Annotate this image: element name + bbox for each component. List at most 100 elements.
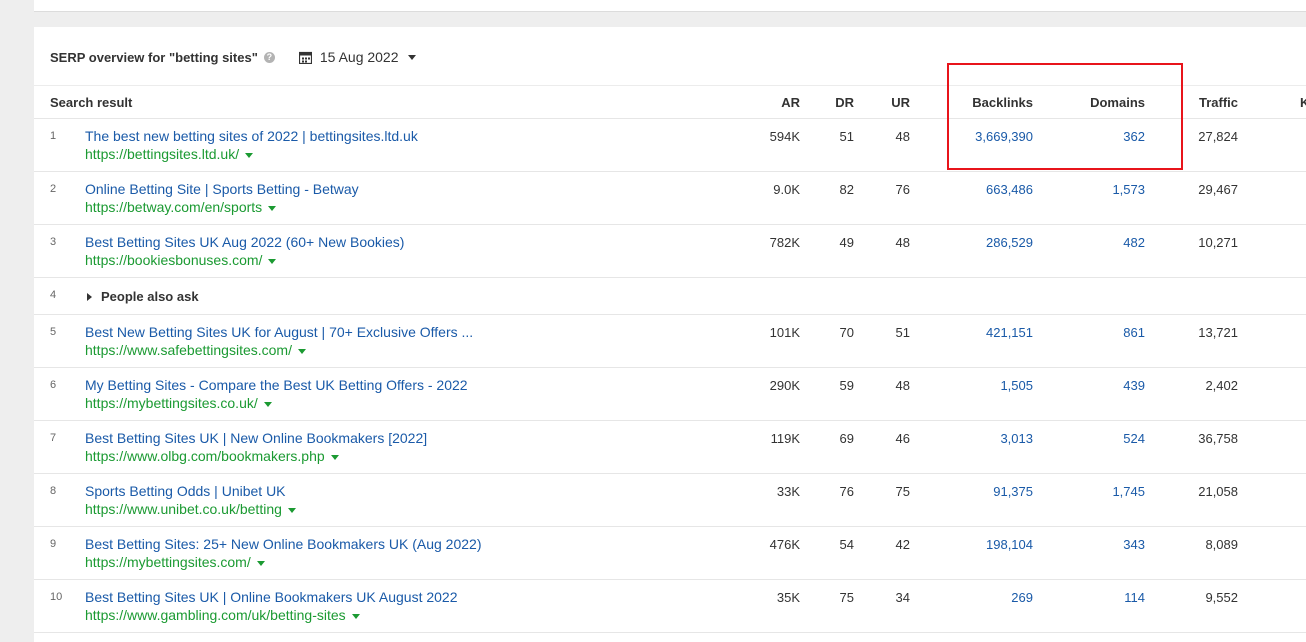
result-url-text[interactable]: https://mybettingsites.co.uk/ — [85, 395, 258, 411]
col-keywords[interactable]: K — [1300, 95, 1306, 110]
traffic-value: 10,271 — [1198, 235, 1238, 250]
result-title-link[interactable]: The best new betting sites of 2022 | bet… — [85, 128, 418, 144]
ar-value: 9.0K — [773, 182, 800, 197]
result-title-link[interactable]: Best New Betting Sites UK for August | 7… — [85, 324, 473, 340]
result-title-link[interactable]: My Betting Sites - Compare the Best UK B… — [85, 377, 468, 393]
result-url[interactable]: https://www.safebettingsites.com/ — [85, 342, 306, 358]
ar-value: 35K — [776, 590, 800, 605]
result-title-link[interactable]: Best Betting Sites UK | New Online Bookm… — [85, 430, 427, 446]
row-rank: 8 — [50, 485, 57, 497]
table-row: 1 The best new betting sites of 2022 | b… — [34, 119, 1306, 172]
traffic-value: 21,058 — [1198, 484, 1238, 499]
caret-down-icon[interactable] — [297, 348, 306, 354]
backlinks-link[interactable]: 1,505 — [953, 378, 1033, 393]
col-ar[interactable]: AR — [750, 95, 800, 110]
result-title-link[interactable]: Best Betting Sites: 25+ New Online Bookm… — [85, 536, 481, 552]
result-url-text[interactable]: https://bookiesbonuses.com/ — [85, 252, 262, 268]
result-url[interactable]: https://betway.com/en/sports — [85, 199, 277, 215]
domains-link[interactable]: 861 — [1065, 325, 1145, 340]
date-picker[interactable]: 15 Aug 2022 — [298, 49, 416, 65]
result-url[interactable]: https://bettingsites.ltd.uk/ — [85, 146, 254, 162]
ur-value: 48 — [895, 378, 910, 393]
result-title-link[interactable]: Sports Betting Odds | Unibet UK — [85, 483, 286, 499]
row-rank: 9 — [50, 538, 57, 550]
backlinks-link[interactable]: 3,669,390 — [953, 129, 1033, 144]
result-url[interactable]: https://mybettingsites.com/ — [85, 554, 265, 570]
ar-value: 290K — [769, 378, 800, 393]
domains-link[interactable]: 1,573 — [1065, 182, 1145, 197]
table-row: 5 Best New Betting Sites UK for August |… — [34, 315, 1306, 368]
domains-link[interactable]: 482 — [1065, 235, 1145, 250]
row-rank: 6 — [50, 379, 57, 391]
result-url-text[interactable]: https://www.unibet.co.uk/betting — [85, 501, 282, 517]
result-url-text[interactable]: https://bettingsites.ltd.uk/ — [85, 146, 239, 162]
table-row: 7 Best Betting Sites UK | New Online Boo… — [34, 421, 1306, 474]
help-icon[interactable]: ? — [263, 51, 275, 63]
backlinks-link[interactable]: 198,104 — [953, 537, 1033, 552]
result-url-text[interactable]: https://www.safebettingsites.com/ — [85, 342, 292, 358]
ar-value: 101K — [769, 325, 800, 340]
col-ur[interactable]: UR — [880, 95, 910, 110]
expand-triangle-icon[interactable] — [87, 293, 92, 301]
col-domains[interactable]: Domains — [1065, 95, 1145, 110]
row-rank: 5 — [50, 326, 57, 338]
caret-down-icon[interactable] — [287, 507, 296, 513]
backlinks-link[interactable]: 663,486 — [953, 182, 1033, 197]
caret-down-icon[interactable] — [351, 613, 360, 619]
result-url-text[interactable]: https://www.gambling.com/uk/betting-site… — [85, 607, 346, 623]
result-url[interactable]: https://www.olbg.com/bookmakers.php — [85, 448, 339, 464]
domains-link[interactable]: 114 — [1065, 590, 1145, 605]
backlinks-link[interactable]: 3,013 — [953, 431, 1033, 446]
result-title-link[interactable]: Online Betting Site | Sports Betting - B… — [85, 181, 359, 197]
table-header: Search result AR DR UR Backlinks Domains… — [34, 85, 1306, 119]
result-url[interactable]: https://www.unibet.co.uk/betting — [85, 501, 296, 517]
dr-value: 75 — [839, 590, 854, 605]
chevron-down-icon — [407, 54, 416, 60]
ar-value: 476K — [769, 537, 800, 552]
col-search-result[interactable]: Search result — [50, 95, 132, 110]
traffic-value: 36,758 — [1198, 431, 1238, 446]
caret-down-icon[interactable] — [256, 560, 265, 566]
ur-value: 42 — [895, 537, 910, 552]
traffic-value: 13,721 — [1198, 325, 1238, 340]
domains-link[interactable]: 362 — [1065, 129, 1145, 144]
ar-value: 782K — [769, 235, 800, 250]
backlinks-link[interactable]: 286,529 — [953, 235, 1033, 250]
domains-link[interactable]: 524 — [1065, 431, 1145, 446]
traffic-value: 8,089 — [1205, 537, 1238, 552]
caret-down-icon[interactable] — [263, 401, 272, 407]
calendar-icon — [298, 51, 312, 64]
col-traffic[interactable]: Traffic — [1164, 95, 1238, 110]
caret-down-icon[interactable] — [268, 258, 277, 264]
row-rank: 1 — [50, 130, 57, 142]
domains-link[interactable]: 343 — [1065, 537, 1145, 552]
domains-link[interactable]: 1,745 — [1065, 484, 1145, 499]
col-backlinks[interactable]: Backlinks — [953, 95, 1033, 110]
result-title-link[interactable]: Best Betting Sites UK Aug 2022 (60+ New … — [85, 234, 404, 250]
result-url[interactable]: https://bookiesbonuses.com/ — [85, 252, 277, 268]
ur-value: 48 — [895, 235, 910, 250]
domains-link[interactable]: 439 — [1065, 378, 1145, 393]
serp-overview-panel: SERP overview for "betting sites" ? 15 A… — [34, 27, 1306, 642]
ur-value: 51 — [895, 325, 910, 340]
col-dr[interactable]: DR — [824, 95, 854, 110]
backlinks-link[interactable]: 269 — [953, 590, 1033, 605]
table-row: 9 Best Betting Sites: 25+ New Online Boo… — [34, 527, 1306, 580]
people-also-ask-row[interactable]: 4 People also ask — [34, 278, 1306, 315]
previous-card — [34, 0, 1306, 12]
backlinks-link[interactable]: 421,151 — [953, 325, 1033, 340]
ur-value: 75 — [895, 484, 910, 499]
backlinks-link[interactable]: 91,375 — [953, 484, 1033, 499]
table-row: 3 Best Betting Sites UK Aug 2022 (60+ Ne… — [34, 225, 1306, 278]
result-url[interactable]: https://mybettingsites.co.uk/ — [85, 395, 272, 411]
result-url-text[interactable]: https://www.olbg.com/bookmakers.php — [85, 448, 325, 464]
caret-down-icon[interactable] — [330, 454, 339, 460]
row-rank: 2 — [50, 183, 57, 195]
people-also-ask-label[interactable]: People also ask — [101, 289, 199, 304]
result-title-link[interactable]: Best Betting Sites UK | Online Bookmaker… — [85, 589, 458, 605]
result-url-text[interactable]: https://mybettingsites.com/ — [85, 554, 251, 570]
result-url[interactable]: https://www.gambling.com/uk/betting-site… — [85, 607, 360, 623]
caret-down-icon[interactable] — [245, 152, 254, 158]
result-url-text[interactable]: https://betway.com/en/sports — [85, 199, 262, 215]
caret-down-icon[interactable] — [268, 205, 277, 211]
